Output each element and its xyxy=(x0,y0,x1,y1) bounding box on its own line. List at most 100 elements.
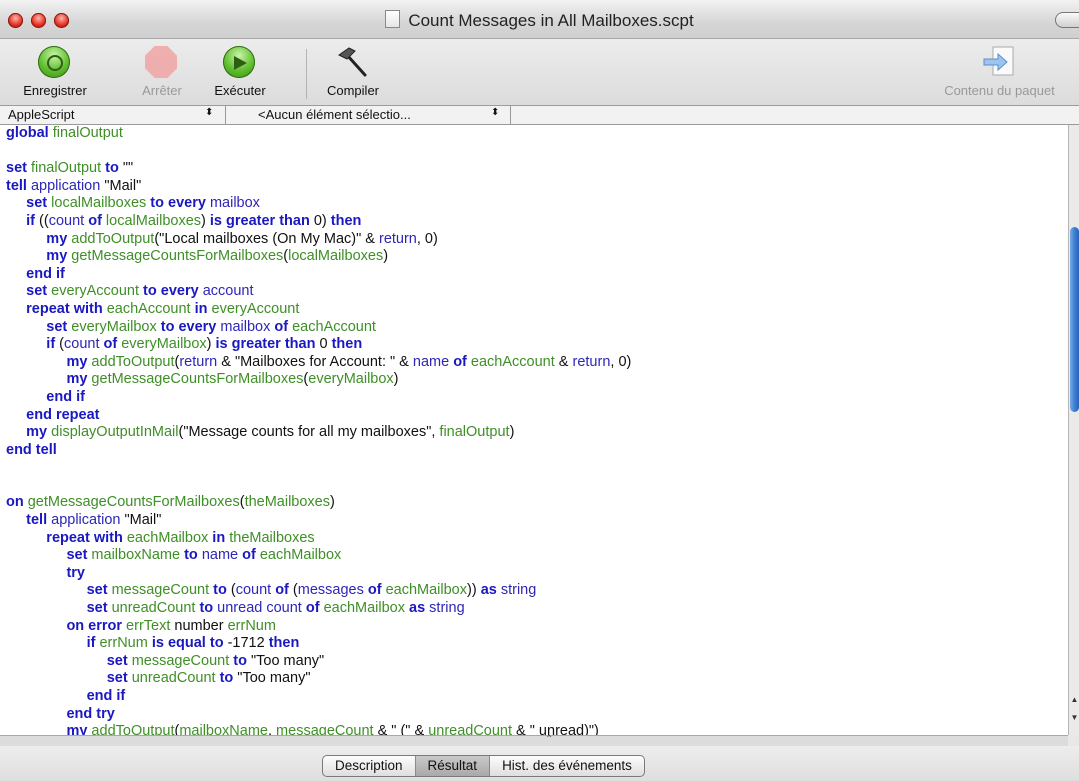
code-line[interactable]: end try xyxy=(6,706,631,724)
code-token: messageCount xyxy=(127,652,230,669)
document-icon[interactable] xyxy=(385,10,401,28)
code-line[interactable]: my addToOutput("Local mailboxes (On My M… xyxy=(6,231,631,249)
title-bar[interactable]: Count Messages in All Mailboxes.scpt xyxy=(0,0,1079,39)
code-line[interactable]: end if xyxy=(6,266,631,284)
code-line[interactable]: set unreadCount to unread count of eachM… xyxy=(6,600,631,618)
code-token: errNum xyxy=(95,635,148,652)
code-line[interactable]: end repeat xyxy=(6,407,631,425)
vertical-scrollbar[interactable]: ▲ ▼ xyxy=(1068,125,1079,735)
code-line[interactable]: set finalOutput to "" xyxy=(6,160,631,178)
code-line[interactable] xyxy=(6,459,631,477)
code-line[interactable]: my getMessageCountsForMailboxes(everyMai… xyxy=(6,371,631,389)
bundle-contents-button[interactable]: Contenu du paquet xyxy=(927,45,1072,98)
code-line[interactable]: try xyxy=(6,565,631,583)
code-line[interactable]: set unreadCount to "Too many" xyxy=(6,670,631,688)
pane-splitter[interactable]: ⌃ xyxy=(0,734,1068,746)
code-token: of xyxy=(301,600,320,617)
code-line[interactable]: set mailboxName to name of eachMailbox xyxy=(6,547,631,565)
code-line[interactable]: set messageCount to "Too many" xyxy=(6,653,631,671)
code-line[interactable]: set localMailboxes to every mailbox xyxy=(6,195,631,213)
code-token: set xyxy=(86,600,108,617)
code-token: to every xyxy=(156,318,217,335)
language-popup[interactable]: AppleScript xyxy=(8,107,74,122)
code-line[interactable]: global finalOutput xyxy=(6,125,631,143)
scroll-down-icon[interactable]: ▼ xyxy=(1069,713,1079,722)
code-token: count xyxy=(235,582,272,599)
code-token: finalOutput xyxy=(48,125,123,141)
code-line[interactable]: set messageCount to (count of (messages … xyxy=(6,582,631,600)
compile-button[interactable]: Compiler xyxy=(318,45,388,98)
hammer-icon xyxy=(338,47,367,77)
code-token: unreadCount xyxy=(428,723,513,735)
code-token: getMessageCountsForMailboxes xyxy=(87,371,304,388)
scroll-up-icon[interactable]: ▲ xyxy=(1069,695,1079,704)
code-token: mailbox xyxy=(205,195,260,212)
code-line[interactable]: repeat with eachAccount in everyAccount xyxy=(6,301,631,319)
code-token: of xyxy=(99,336,118,353)
code-line[interactable]: on error errText number errNum xyxy=(6,618,631,636)
code-token: of xyxy=(270,318,289,335)
run-button[interactable]: Exécuter xyxy=(207,45,273,98)
code-line[interactable]: tell application "Mail" xyxy=(6,512,631,530)
code-token: getMessageCountsForMailboxes xyxy=(23,494,240,511)
code-line[interactable]: set everyAccount to every account xyxy=(6,283,631,301)
code-token: addToOutput xyxy=(67,230,155,247)
code-token: to xyxy=(180,547,198,564)
tab-description[interactable]: Description xyxy=(323,756,416,776)
tab-result[interactable]: Résultat xyxy=(415,756,491,776)
code-line[interactable]: tell application "Mail" xyxy=(6,178,631,196)
record-button[interactable]: Enregistrer xyxy=(20,45,90,98)
script-code[interactable]: global finalOutput set finalOutput to ""… xyxy=(6,125,631,735)
code-token: set xyxy=(6,160,27,177)
code-line[interactable]: on getMessageCountsForMailboxes(theMailb… xyxy=(6,494,631,512)
code-line[interactable]: end tell xyxy=(6,442,631,460)
code-line[interactable]: my getMessageCountsForMailboxes(localMai… xyxy=(6,248,631,266)
toolbar-toggle-button[interactable] xyxy=(1055,12,1079,28)
code-line[interactable]: if (count of everyMailbox) is greater th… xyxy=(6,336,631,354)
code-line[interactable] xyxy=(6,143,631,161)
code-line[interactable]: end if xyxy=(6,688,631,706)
element-popup[interactable]: <Aucun élément sélectio... xyxy=(258,107,411,122)
code-token: on error xyxy=(66,617,123,634)
stop-label: Arrêter xyxy=(142,83,182,98)
code-token: end if xyxy=(86,688,126,704)
tab-event-log[interactable]: Hist. des événements xyxy=(490,756,644,776)
code-line[interactable]: if ((count of localMailboxes) is greater… xyxy=(6,213,631,231)
code-token: & "Mailboxes for Account: " & xyxy=(217,353,413,370)
code-token: global xyxy=(6,125,49,141)
code-token: ) xyxy=(206,336,216,353)
scrollbar-thumb[interactable] xyxy=(1070,227,1079,412)
code-line[interactable]: my addToOutput(return & "Mailboxes for A… xyxy=(6,354,631,372)
script-editor[interactable]: global finalOutput set finalOutput to ""… xyxy=(0,125,1068,735)
code-token: addToOutput xyxy=(87,723,175,735)
code-line[interactable]: repeat with eachMailbox in theMailboxes xyxy=(6,530,631,548)
code-line[interactable]: end if xyxy=(6,389,631,407)
code-token: theMailboxes xyxy=(244,494,330,511)
code-line[interactable] xyxy=(6,477,631,495)
code-token: set xyxy=(106,652,128,669)
code-token: eachAccount xyxy=(466,353,555,370)
compile-label: Compiler xyxy=(326,83,379,98)
code-token: on xyxy=(6,494,24,511)
code-token: (( xyxy=(35,212,49,229)
code-token: end repeat xyxy=(26,406,100,423)
code-token: everyMailbox xyxy=(117,336,207,353)
code-line[interactable]: my addToOutput(mailboxName, messageCount… xyxy=(6,723,631,735)
language-popup-arrows-icon[interactable]: ⬍ xyxy=(205,107,213,118)
code-line[interactable]: my displayOutputInMail("Message counts f… xyxy=(6,424,631,442)
splitter-handle-icon[interactable]: ⌃ xyxy=(545,734,553,745)
code-line[interactable]: set everyMailbox to every mailbox of eac… xyxy=(6,319,631,337)
element-popup-arrows-icon[interactable]: ⬍ xyxy=(491,107,499,118)
code-line[interactable]: if errNum is equal to -1712 then xyxy=(6,635,631,653)
code-token: to xyxy=(229,652,247,669)
